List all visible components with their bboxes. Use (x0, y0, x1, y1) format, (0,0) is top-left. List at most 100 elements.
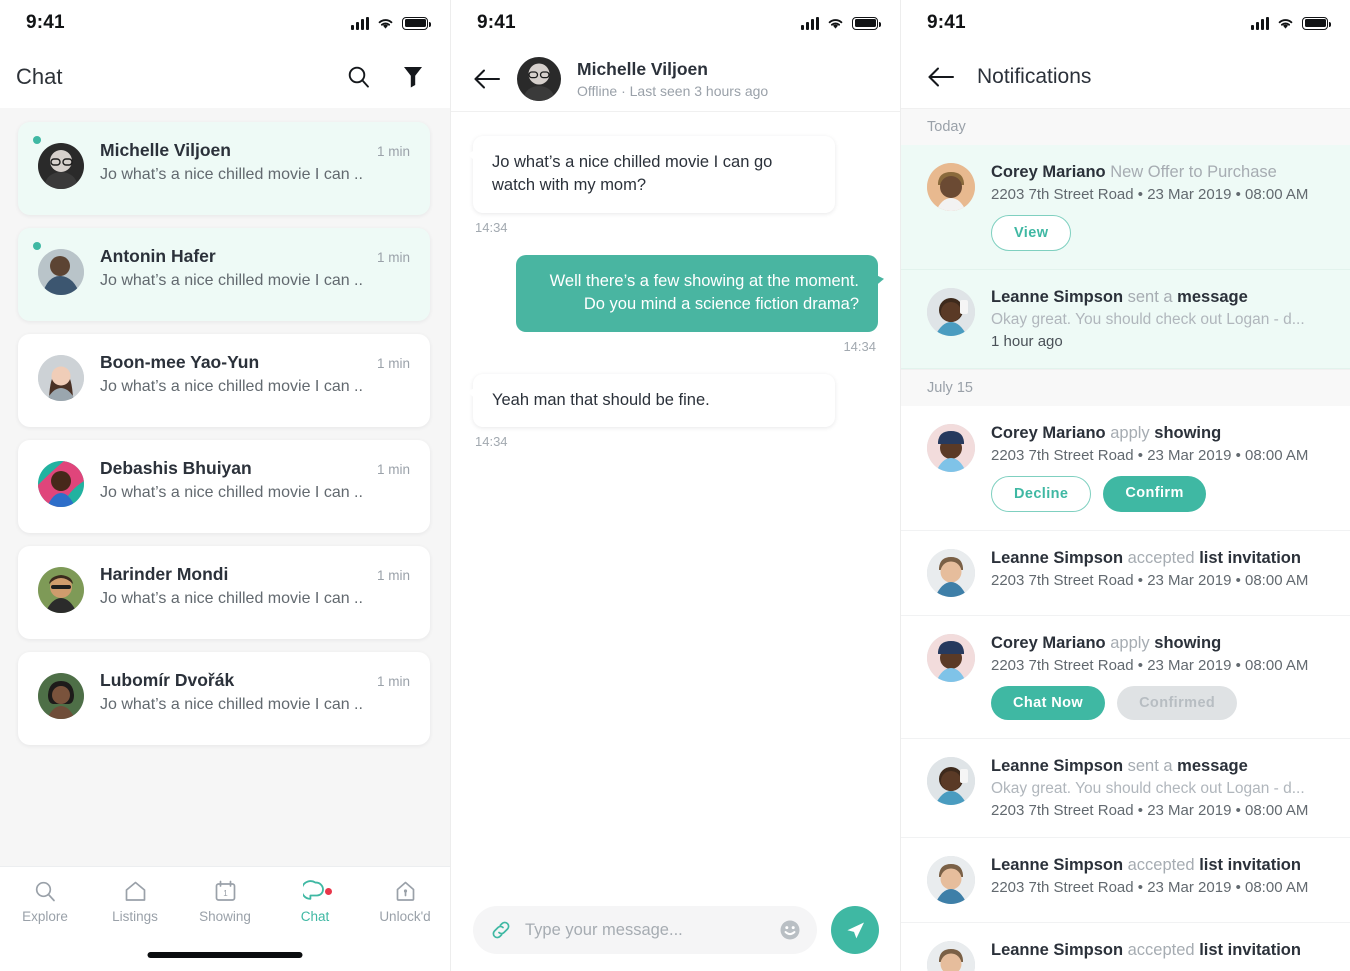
link-icon[interactable] (489, 918, 513, 942)
notification-object: list invitation (1199, 856, 1301, 874)
chat-item-preview: Jo what’s a nice chilled movie I can .. (100, 166, 363, 183)
tab-chat[interactable]: Chat (270, 879, 360, 924)
message-composer: Type your message... (451, 889, 900, 971)
chat-item-name: Antonin Hafer (100, 246, 216, 266)
chat-item-meta: Debashis Bhuiyan 1 min Jo what’s a nice … (100, 458, 410, 502)
wifi-icon (378, 18, 393, 29)
notification-subtitle: 2203 7th Street Road • 23 Mar 2019 • 08:… (991, 447, 1309, 464)
notification-content: Leanne Simpson sent a message Okay great… (991, 757, 1328, 819)
chat-item-meta: Michelle Viljoen 1 min Jo what’s a nice … (100, 140, 410, 184)
notification-actions: View (991, 215, 1328, 251)
home-indicator (147, 952, 303, 958)
notification-timestamp: 1 hour ago (991, 333, 1063, 350)
avatar (38, 143, 84, 189)
back-arrow-icon[interactable] (927, 66, 955, 88)
tab-label: Listings (112, 908, 158, 924)
search-icon[interactable] (346, 64, 372, 90)
tab-label: Chat (300, 908, 330, 924)
notification-verb: accepted (1127, 941, 1195, 959)
thread-contact-info: Michelle Viljoen Offline · Last seen 3 h… (577, 59, 768, 99)
status-bar-icons (351, 16, 431, 30)
message-input[interactable]: Type your message... (525, 921, 767, 940)
notification-item[interactable]: Leanne Simpson accepted list invitation … (901, 531, 1350, 616)
chat-item-meta: Boon-mee Yao-Yun 1 min Jo what’s a nice … (100, 352, 410, 396)
notification-verb: apply (1110, 424, 1150, 442)
avatar (927, 757, 975, 805)
notification-object: list invitation (1199, 549, 1301, 567)
house-lock-icon (396, 881, 414, 901)
three-screen-mockup: 9:41 Chat Michelle Viljoen 1 min Jo what… (0, 0, 1350, 971)
wifi-icon (1278, 18, 1293, 29)
back-arrow-icon[interactable] (473, 68, 501, 90)
notification-subtitle: 2203 7th Street Road • 23 Mar 2019 • 08:… (991, 657, 1309, 674)
notification-object: list invitation (1199, 941, 1301, 959)
notification-actor: Corey Mariano (991, 424, 1106, 442)
chat-list-item[interactable]: Debashis Bhuiyan 1 min Jo what’s a nice … (18, 440, 430, 533)
battery-icon (1302, 16, 1331, 30)
message-input-pill[interactable]: Type your message... (473, 906, 817, 954)
chat-list-body[interactable]: Michelle Viljoen 1 min Jo what’s a nice … (0, 108, 450, 912)
status-bar: 9:41 (451, 0, 900, 46)
chat-item-meta: Lubomír Dvořák 1 min Jo what’s a nice ch… (100, 670, 410, 714)
notification-content: Corey Mariano New Offer to Purchase 2203… (991, 163, 1328, 251)
section-header-today: Today (901, 108, 1350, 145)
chat-list-item[interactable]: Lubomír Dvořák 1 min Jo what’s a nice ch… (18, 652, 430, 745)
chat-list-item[interactable]: Boon-mee Yao-Yun 1 min Jo what’s a nice … (18, 334, 430, 427)
notification-headline: Corey Mariano apply showing (991, 424, 1328, 443)
decline-button[interactable]: Decline (991, 476, 1092, 512)
avatar (38, 461, 84, 507)
battery-icon (402, 16, 431, 30)
avatar (38, 673, 84, 719)
notification-item[interactable]: Leanne Simpson sent a message Okay great… (901, 739, 1350, 838)
message-bubble-incoming[interactable]: Yeah man that should be fine. (473, 373, 835, 428)
page-title: Chat (16, 64, 63, 89)
section-header-july-15: July 15 (901, 369, 1350, 406)
filter-icon[interactable] (402, 64, 424, 90)
view-button[interactable]: View (991, 215, 1072, 251)
emoji-icon[interactable] (779, 919, 801, 941)
chat-list-item[interactable]: Harinder Mondi 1 min Jo what’s a nice ch… (18, 546, 430, 639)
avatar (927, 163, 975, 211)
notification-subtitle: 2203 7th Street Road • 23 Mar 2019 • 08:… (991, 186, 1309, 203)
notification-content: Corey Mariano apply showing 2203 7th Str… (991, 634, 1328, 720)
tab-listings[interactable]: Listings (90, 879, 180, 924)
notification-actor: Corey Mariano (991, 634, 1106, 652)
avatar[interactable] (517, 56, 561, 101)
tab-showing[interactable]: 1 Showing (180, 879, 270, 924)
avatar (927, 856, 975, 904)
message-row: Well there’s a few showing at the moment… (473, 254, 878, 368)
avatar (927, 288, 975, 336)
notification-item[interactable]: Corey Mariano New Offer to Purchase 2203… (901, 145, 1350, 270)
chat-item-preview: Jo what’s a nice chilled movie I can .. (100, 696, 363, 713)
notification-subtitle: 2203 7th Street Road • 23 Mar 2019 • 08:… (991, 572, 1309, 589)
tab-label: Showing (199, 908, 251, 924)
message-timestamp: 14:34 (475, 434, 508, 450)
chat-item-preview: Jo what’s a nice chilled movie I can .. (100, 590, 363, 607)
message-bubble-outgoing[interactable]: Well there’s a few showing at the moment… (516, 254, 878, 332)
notifications-list[interactable]: Today Corey Mariano New Offer to Purchas… (901, 108, 1350, 971)
tab-explore[interactable]: Explore (0, 879, 90, 924)
notification-item[interactable]: Corey Mariano apply showing 2203 7th Str… (901, 616, 1350, 739)
chat-list-item[interactable]: Antonin Hafer 1 min Jo what’s a nice chi… (18, 228, 430, 321)
notification-verb: apply (1110, 634, 1150, 652)
chat-item-time: 1 min (376, 356, 410, 371)
confirm-button[interactable]: Confirm (1103, 476, 1206, 512)
notification-item[interactable]: Leanne Simpson accepted list invitation … (901, 838, 1350, 923)
notification-item[interactable]: Leanne Simpson accepted list invitation (901, 923, 1350, 971)
tab-label: Explore (22, 908, 68, 924)
chat-now-button[interactable]: Chat Now (991, 686, 1106, 720)
notification-item[interactable]: Corey Mariano apply showing 2203 7th Str… (901, 406, 1350, 531)
notification-object: New Offer to Purchase (1110, 163, 1277, 181)
notification-verb: sent a (1127, 288, 1173, 306)
notification-content: Leanne Simpson sent a message Okay great… (991, 288, 1328, 350)
chat-list-item[interactable]: Michelle Viljoen 1 min Jo what’s a nice … (18, 122, 430, 215)
message-bubble-incoming[interactable]: Jo what’s a nice chilled movie I can go … (473, 136, 835, 213)
notifications-header: Notifications (901, 46, 1350, 108)
send-button[interactable] (831, 906, 879, 954)
notification-headline: Corey Mariano New Offer to Purchase (991, 163, 1328, 182)
signal-icon (351, 16, 369, 30)
message-list[interactable]: Jo what’s a nice chilled movie I can go … (451, 112, 900, 902)
notification-item[interactable]: Leanne Simpson sent a message Okay great… (901, 270, 1350, 369)
chat-item-time: 1 min (376, 144, 410, 159)
tab-unlockd[interactable]: Unlock'd (360, 879, 450, 924)
